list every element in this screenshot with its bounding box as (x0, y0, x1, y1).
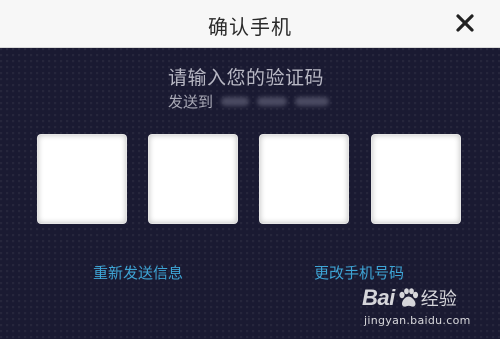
code-input-3[interactable] (260, 135, 348, 223)
watermark-url: jingyan.baidu.com (364, 314, 471, 327)
masked-phone-number (221, 96, 330, 106)
sent-to-label: 发送到 (168, 92, 214, 111)
watermark-logo: Bai 经验 (362, 281, 457, 311)
sent-to-line: 发送到 (168, 90, 330, 112)
watermark-logo-text-left: Bai (362, 285, 395, 310)
change-phone-link[interactable]: 更改手机号码 (314, 262, 404, 283)
code-input-2[interactable] (149, 135, 237, 223)
dialog-header: 确认手机 (0, 0, 500, 48)
verification-panel: 请输入您的验证码 发送到 重新发送信息 更改手机号码 Bai 经验 jingya… (0, 48, 500, 339)
close-icon[interactable] (454, 12, 476, 34)
baidu-jingyan-watermark: Bai 经验 jingyan.baidu.com (362, 281, 482, 336)
resend-link[interactable]: 重新发送信息 (93, 262, 183, 283)
dialog-title: 确认手机 (208, 15, 292, 39)
baidu-paw-icon (397, 287, 419, 309)
prompt-title: 请输入您的验证码 (168, 67, 325, 89)
code-input-4[interactable] (372, 135, 460, 223)
watermark-logo-text-right: 经验 (420, 289, 457, 310)
code-input-1[interactable] (38, 135, 126, 223)
